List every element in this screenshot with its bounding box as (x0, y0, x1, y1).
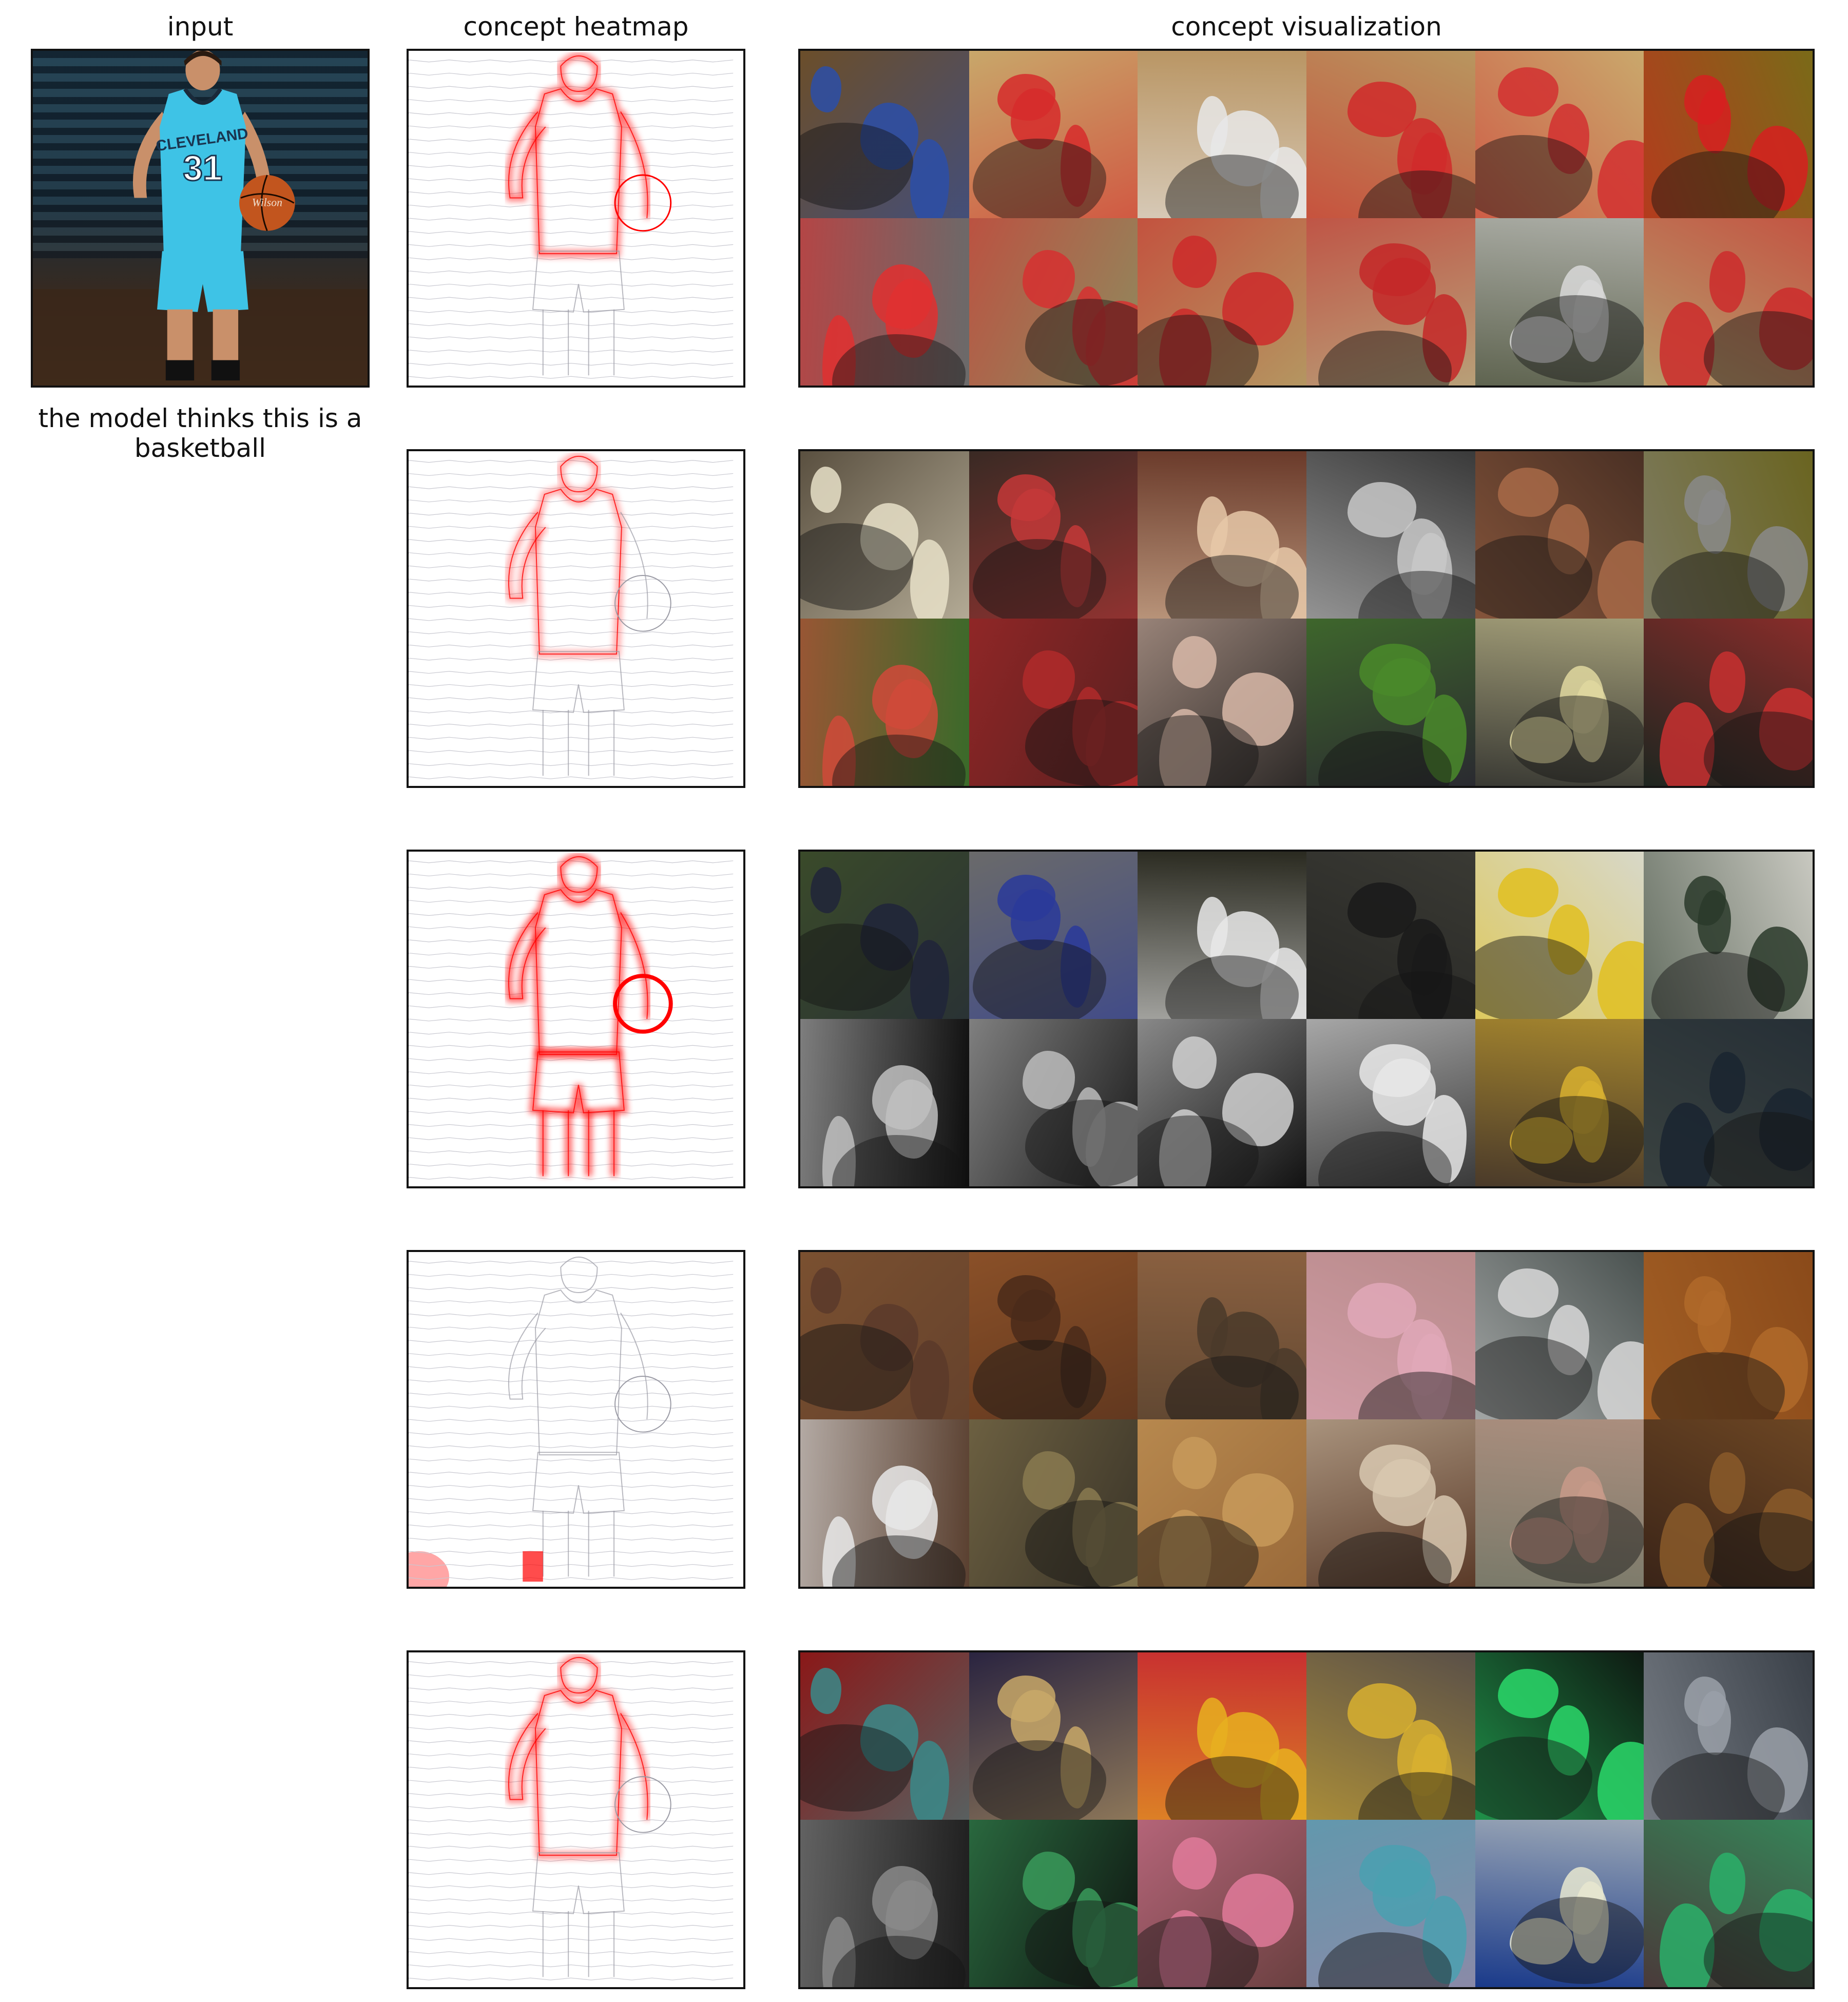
heatmap-edge-overlay (409, 52, 734, 379)
prediction-caption: the model thinks this is a basketball (38, 403, 362, 463)
concept-visualization-5 (798, 1650, 1815, 1989)
visualization-tile-basketball-42 (1644, 218, 1813, 386)
concept-visualization-3 (798, 850, 1815, 1188)
visualization-tile-basketball-dribble (1138, 218, 1306, 386)
visualization-tile-green-tubes (969, 1820, 1138, 1987)
visualization-tile-soccer-player-red (1644, 619, 1813, 786)
heatmap-column-title: concept heatmap (463, 12, 689, 42)
visualization-tile-wood-floor (1644, 1252, 1813, 1419)
heatmap-edge-overlay (409, 1256, 734, 1587)
ball-text: Wilson (252, 196, 282, 208)
visualization-tile-classroom (1475, 619, 1644, 786)
visualization-tile-set-table (1306, 1419, 1475, 1587)
heatmap-edge-overlay (409, 853, 734, 1180)
visualization-tile-dining-table (1475, 1252, 1644, 1419)
concept-visualization-2 (798, 449, 1815, 788)
visualization-tile-costume-green (1306, 619, 1475, 786)
visualization-tile-football-7 (1138, 1019, 1306, 1186)
concept-heatmap-2 (407, 449, 745, 788)
concept-heatmap-4 (407, 1250, 745, 1589)
visualization-tile-table-top-1 (800, 1252, 969, 1419)
visualization-tile-basketball-floor (1475, 218, 1644, 386)
visualization-tile-table-top-2 (969, 1252, 1138, 1419)
visualization-tile-group-indoor (800, 451, 969, 619)
visualization-tile-children-kimono (800, 619, 969, 786)
visualization-tile-team-portrait (1306, 1652, 1475, 1820)
visualization-tile-hockey-player (969, 852, 1138, 1019)
visualization-tile-pink-shirt (1138, 1820, 1306, 1987)
visualization-tile-basketball-usa (800, 218, 969, 386)
visualization-tile-people-hugging (1138, 619, 1306, 786)
visualization-tile-welcome-sign (1306, 1820, 1475, 1987)
concept-heatmap-5 (407, 1650, 745, 1989)
visualization-tile-woman-red-dress (969, 451, 1138, 619)
visualization-tile-book-cover (969, 1652, 1138, 1820)
visualization-tile-basketball-player-11 (1306, 218, 1475, 386)
visualization-tile-basketball-players (1475, 51, 1644, 218)
visualization-tile-portrait-men (1644, 451, 1813, 619)
visualization-tile-man-suit-smiling (1306, 451, 1475, 619)
visualization-tile-athlete-back (800, 1652, 969, 1820)
visualization-tile-jellyfish (1475, 1820, 1644, 1987)
visualization-tile-sign-plate (1644, 1652, 1813, 1820)
input-column-title: input (167, 12, 234, 42)
visualization-tile-table-top-3 (1138, 1252, 1306, 1419)
visualization-tile-football-scrum (969, 1019, 1138, 1186)
visualization-tile-basketball-yellow-bg (1644, 51, 1813, 218)
heatmap-edge-overlay (409, 453, 734, 779)
visualization-tile-round-table (800, 1419, 969, 1587)
visualization-tile-sofa-floral (1475, 1419, 1644, 1587)
visualization-tile-wood-floor-2 (1138, 1419, 1306, 1587)
visualization-tile-hockey-yellow (1475, 852, 1644, 1019)
visualization-tile-hockey-dark (1644, 1019, 1813, 1186)
visualization-tile-table-dark (1644, 1419, 1813, 1587)
concept-heatmap-1 (407, 49, 745, 388)
visualization-tile-football-kids (800, 852, 969, 1019)
jersey-number: 31 (183, 148, 222, 188)
heatmap-edge-overlay (409, 1654, 734, 1980)
visualization-tile-football-75 (1306, 852, 1475, 1019)
concept-heatmap-3 (407, 850, 745, 1188)
visualization-column-title: concept visualization (1171, 12, 1442, 42)
visualization-tile-green-light (1475, 1652, 1644, 1820)
visualization-tile-photographers (969, 619, 1138, 786)
visualization-tile-green-cup (1644, 1820, 1813, 1987)
input-image: CLEVELAND 31 Wilson (31, 49, 370, 388)
concept-visualization-4 (798, 1250, 1815, 1589)
visualization-tile-football-night (1138, 852, 1306, 1019)
visualization-tile-laughing-woman (1475, 451, 1644, 619)
concept-visualization-1 (798, 49, 1815, 388)
visualization-tile-bed-pink (1306, 1252, 1475, 1419)
visualization-tile-team-photo (1475, 1019, 1644, 1186)
visualization-tile-football-helmet (800, 1019, 969, 1186)
visualization-tile-long-table (969, 1419, 1138, 1587)
visualization-tile-basketball-court (800, 51, 969, 218)
visualization-tile-basketball-finish-line (969, 218, 1138, 386)
visualization-tile-basketball-red-42 (969, 51, 1138, 218)
visualization-tile-hockey-rink (1644, 852, 1813, 1019)
visualization-tile-basketball-red-dribble (1306, 51, 1475, 218)
visualization-tile-wedding-couple (1138, 451, 1306, 619)
visualization-tile-glass-jars (800, 1820, 969, 1987)
visualization-tile-team-bw (1306, 1019, 1475, 1186)
visualization-tile-basketball-white (1138, 51, 1306, 218)
basketball-player-figure: CLEVELAND 31 Wilson (33, 51, 368, 386)
visualization-tile-red-fabric (1138, 1652, 1306, 1820)
